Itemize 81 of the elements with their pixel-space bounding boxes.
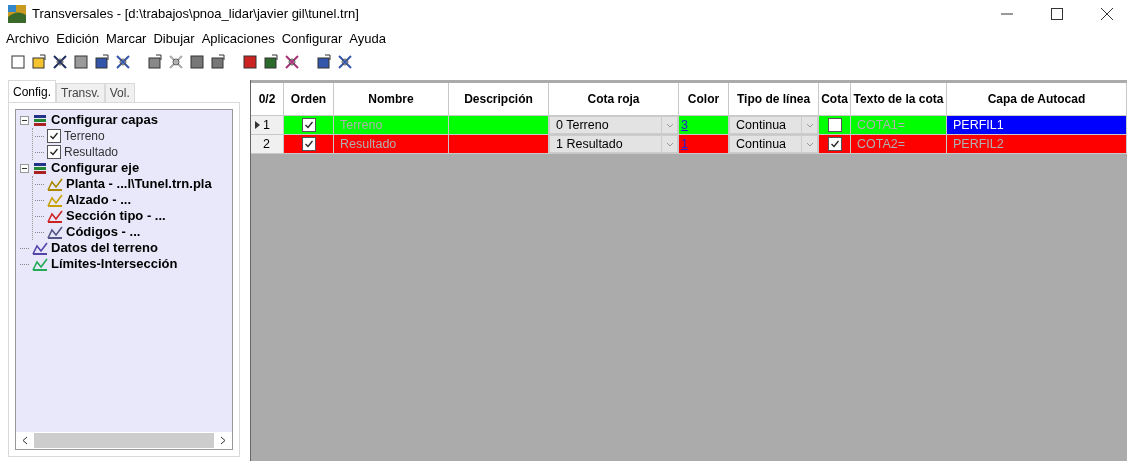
toolbar-icon[interactable]: [73, 54, 89, 70]
tab[interactable]: Config.: [8, 80, 57, 102]
row-number: 2: [263, 135, 270, 153]
table-cell: COTA1=: [851, 116, 947, 134]
tree-item[interactable]: Resultado: [64, 143, 119, 161]
column-header[interactable]: Tipo de línea: [729, 83, 819, 115]
column-header[interactable]: 0/2: [251, 83, 284, 115]
tree-item-icon: [32, 240, 48, 256]
column-header[interactable]: Descripción: [449, 83, 549, 115]
checkbox[interactable]: [827, 118, 842, 132]
tree-item-icon: [47, 208, 63, 224]
tree-item-icon: [47, 224, 63, 240]
toolbar-icon[interactable]: [94, 54, 110, 70]
window-title: Transversales - [d:\trabajos\pnoa_lidar\javier gil\tunel.trn]: [32, 5, 360, 24]
toolbar-icon[interactable]: [31, 54, 47, 70]
tab[interactable]: Transv.: [56, 83, 105, 102]
toolbar-icon[interactable]: [52, 54, 68, 70]
checkbox[interactable]: [301, 137, 316, 151]
column-header[interactable]: Cota: [819, 83, 851, 115]
menu-item[interactable]: Ayuda: [349, 29, 386, 49]
checkbox[interactable]: [47, 145, 61, 159]
row-header[interactable]: 1: [251, 116, 284, 134]
menu-item[interactable]: Dibujar: [153, 29, 195, 49]
toolbar-icon[interactable]: [189, 54, 205, 70]
table-cell: Terreno: [334, 116, 449, 134]
column-header[interactable]: Capa de Autocad: [947, 83, 1127, 115]
column-header[interactable]: Orden: [284, 83, 334, 115]
column-header[interactable]: Cota roja: [549, 83, 679, 115]
chevron-right-icon[interactable]: [220, 436, 226, 445]
chevron-down-icon: [665, 122, 674, 128]
collapse-icon[interactable]: [20, 115, 29, 125]
toolbar-icon[interactable]: [337, 54, 353, 70]
toolbar-icon[interactable]: [316, 54, 332, 70]
table-cell[interactable]: [284, 135, 334, 153]
row-header[interactable]: 2: [251, 135, 284, 153]
checkbox[interactable]: [827, 137, 842, 151]
column-header[interactable]: Texto de la cota: [851, 83, 947, 115]
toolbar-icon[interactable]: [210, 54, 226, 70]
color-link[interactable]: 3: [681, 115, 688, 135]
table-cell[interactable]: [284, 116, 334, 134]
close-icon[interactable]: [1101, 8, 1113, 20]
tree-item-icon: [47, 176, 63, 192]
maximize-icon[interactable]: [1051, 8, 1063, 20]
current-row-icon: [255, 121, 260, 129]
toolbar-icon[interactable]: [242, 54, 258, 70]
tree-item[interactable]: Terreno: [64, 127, 105, 145]
table-cell[interactable]: PERFIL1: [947, 116, 1127, 134]
layers-icon: [32, 160, 48, 176]
toolbar-icon[interactable]: [168, 54, 184, 70]
toolbar-icon[interactable]: [147, 54, 163, 70]
tree-item-icon: [32, 256, 48, 272]
menu-item[interactable]: Configurar: [281, 29, 343, 49]
column-header[interactable]: Nombre: [334, 83, 449, 115]
menu-item[interactable]: Marcar: [106, 29, 147, 49]
tree-item-icon: [47, 192, 63, 208]
chevron-left-icon[interactable]: [22, 436, 28, 445]
column-header[interactable]: Color: [679, 83, 729, 115]
collapse-icon[interactable]: [20, 163, 29, 173]
dropdown[interactable]: Continua: [729, 135, 818, 153]
menu-item[interactable]: Edición: [56, 29, 99, 49]
dropdown[interactable]: Continua: [729, 116, 818, 134]
table-cell: COTA2=: [851, 135, 947, 153]
row-number: 1: [263, 116, 270, 134]
toolbar-icon[interactable]: [115, 54, 131, 70]
toolbar-icon[interactable]: [263, 54, 279, 70]
dropdown[interactable]: 0 Terreno: [549, 116, 678, 134]
menu-item[interactable]: Archivo: [6, 29, 50, 49]
chevron-down-icon: [805, 122, 814, 128]
layers-icon: [32, 112, 48, 128]
chevron-down-icon: [665, 141, 674, 147]
menu-item[interactable]: Aplicaciones: [201, 29, 275, 49]
checkbox[interactable]: [301, 118, 316, 132]
tree-item[interactable]: Configurar capas: [51, 110, 158, 130]
checkbox[interactable]: [47, 129, 61, 143]
dropdown[interactable]: 1 Resultado: [549, 135, 678, 153]
toolbar-icon[interactable]: [284, 54, 300, 70]
tab[interactable]: Vol.: [104, 83, 135, 102]
horizontal-scrollbar[interactable]: [16, 432, 232, 449]
chevron-down-icon: [805, 141, 814, 147]
app-icon: [8, 5, 26, 23]
table-cell: Resultado: [334, 135, 449, 153]
